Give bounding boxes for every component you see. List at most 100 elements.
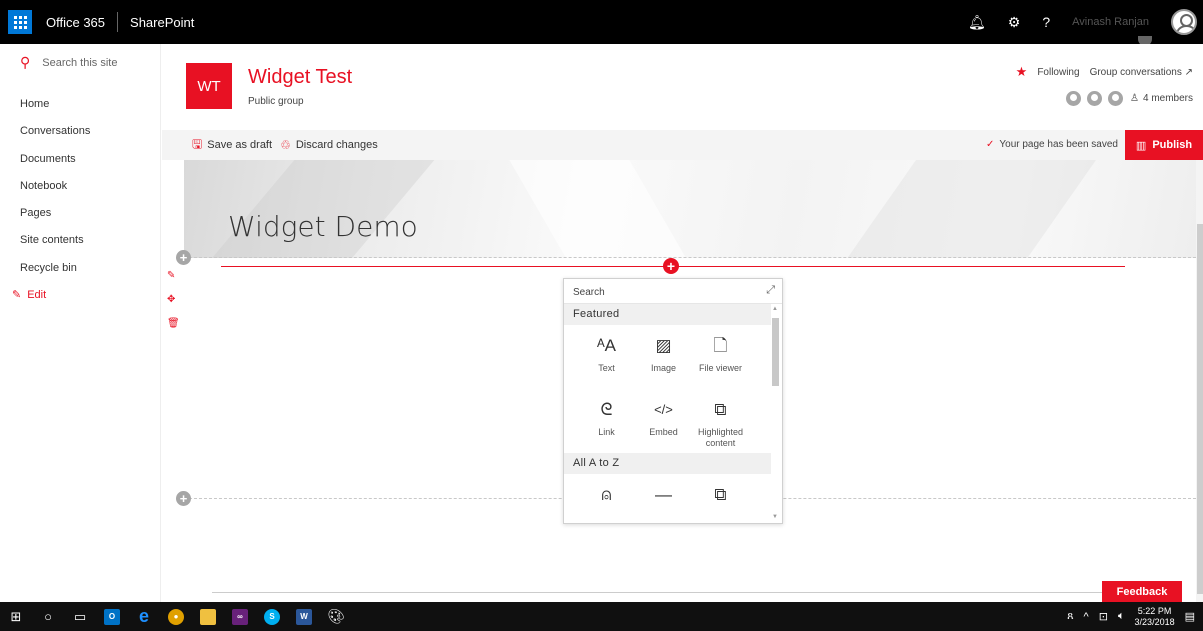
- site-subtitle: Public group: [248, 96, 304, 107]
- link-icon: ᘓ: [600, 400, 613, 419]
- edge-icon[interactable]: e: [128, 602, 160, 631]
- bell-icon[interactable]: 🔔︎: [968, 14, 986, 31]
- nav-item-recycle-bin[interactable]: Recycle bin: [0, 261, 160, 288]
- suite-divider: [117, 12, 119, 32]
- site-logo[interactable]: WT: [186, 63, 232, 109]
- site-title[interactable]: Widget Test: [248, 66, 352, 89]
- word-icon[interactable]: W: [288, 602, 320, 631]
- publish-button[interactable]: ▥ Publish: [1125, 130, 1203, 160]
- nav-item-site-contents[interactable]: Site contents: [0, 233, 160, 260]
- outlook-icon[interactable]: O: [96, 602, 128, 631]
- avatar[interactable]: [1171, 9, 1197, 35]
- divider-icon: —: [655, 485, 672, 504]
- group-conversations-link[interactable]: Group conversations ↗: [1090, 67, 1193, 78]
- webpart-divider[interactable]: —: [635, 474, 692, 523]
- check-icon: ✓: [985, 139, 995, 150]
- discard-label: Discard changes: [295, 139, 378, 151]
- pencil-icon: ✎: [12, 289, 22, 302]
- delete-section-icon[interactable]: 🗑: [167, 318, 180, 329]
- webpart-document-library[interactable]: ⧉: [692, 474, 749, 523]
- webpart-text[interactable]: ᴬA Text: [578, 325, 635, 389]
- nav-item-pages[interactable]: Pages: [0, 206, 160, 233]
- nav-item-documents[interactable]: Documents: [0, 152, 160, 179]
- edit-nav-link[interactable]: ✎ Edit: [0, 288, 160, 302]
- scroll-up-icon[interactable]: ▲: [772, 306, 778, 312]
- left-nav: ⚲ Search this site Home Conversations Do…: [0, 44, 161, 602]
- webpart-toolbox: Search ⤢ Featured ᴬA Text ▨ Image 🗋 File…: [563, 278, 783, 524]
- save-draft-label: Save as draft: [207, 139, 273, 151]
- move-section-icon[interactable]: ✥: [167, 294, 175, 305]
- user-name[interactable]: Avinash Ranjan: [1072, 16, 1149, 28]
- footer-line: [212, 592, 1162, 593]
- office365-link[interactable]: Office 365: [46, 15, 105, 30]
- add-section-button[interactable]: +: [176, 250, 191, 265]
- edit-section-icon[interactable]: ✎: [167, 270, 175, 281]
- highlighted-content-icon: ⧉: [714, 400, 727, 419]
- nav-item-conversations[interactable]: Conversations: [0, 124, 160, 151]
- skype-icon[interactable]: S: [256, 602, 288, 631]
- people-icon[interactable]: ጸ: [1067, 610, 1073, 623]
- page-scroll-thumb[interactable]: [1197, 224, 1203, 594]
- member-avatar: [1085, 89, 1105, 108]
- add-webpart-button[interactable]: +: [663, 258, 679, 274]
- chevron-up-icon[interactable]: ^: [1084, 611, 1089, 623]
- gear-icon[interactable]: ⚙: [1008, 14, 1021, 31]
- webpart-link[interactable]: ᘓ Link: [578, 389, 635, 453]
- paint-icon[interactable]: 🎨︎: [320, 602, 352, 631]
- nav-item-notebook[interactable]: Notebook: [0, 179, 160, 206]
- edit-label: Edit: [27, 288, 47, 301]
- search-placeholder[interactable]: Search this site: [42, 57, 117, 69]
- toolbox-search-input[interactable]: Search ⤢: [564, 279, 782, 304]
- task-view-icon[interactable]: ▭: [64, 602, 96, 631]
- webpart-image[interactable]: ▨ Image: [635, 325, 692, 389]
- discard-changes-button[interactable]: ♲ Discard changes: [280, 138, 378, 152]
- webpart-label: Link: [598, 427, 615, 437]
- webpart-highlighted-content[interactable]: ⧉ Highlighted content: [692, 389, 749, 453]
- clock[interactable]: 5:22 PM 3/23/2018: [1135, 606, 1175, 628]
- command-bar: 🖫 Save as draft ♲ Discard changes ✓ Your…: [162, 130, 1203, 160]
- members-area[interactable]: ♙ 4 members: [1064, 89, 1193, 108]
- add-section-button[interactable]: +: [176, 491, 191, 506]
- webpart-bing-maps[interactable]: ⍝: [578, 474, 635, 523]
- chrome-icon[interactable]: ●: [160, 602, 192, 631]
- nav-item-home[interactable]: Home: [0, 97, 160, 124]
- app-launcher-icon[interactable]: [8, 10, 32, 34]
- file-explorer-icon[interactable]: [192, 602, 224, 631]
- webpart-file-viewer[interactable]: 🗋 File viewer: [692, 325, 749, 389]
- star-icon[interactable]: ★: [1016, 64, 1028, 80]
- nav-list: Home Conversations Documents Notebook Pa…: [0, 97, 160, 301]
- expand-icon[interactable]: ⤢: [766, 284, 775, 297]
- feedback-button[interactable]: Feedback: [1102, 581, 1182, 603]
- document-library-icon: ⧉: [714, 485, 727, 504]
- featured-grid: ᴬA Text ▨ Image 🗋 File viewer ᘓ Link </>…: [564, 325, 771, 453]
- cortana-icon[interactable]: ○: [32, 602, 64, 631]
- az-grid: ⍝ — ⧉: [564, 474, 771, 523]
- site-search[interactable]: ⚲ Search this site: [0, 44, 160, 71]
- following-link[interactable]: Following: [1037, 67, 1079, 78]
- windows-taskbar: ⊞ ○ ▭ O e ● ∞ S W 🎨︎ ጸ ^ ⊡ 🔈︎ 5:22 PM 3/…: [0, 602, 1203, 631]
- discard-icon: ♲: [280, 138, 291, 152]
- clock-date: 3/23/2018: [1134, 616, 1175, 627]
- webpart-embed[interactable]: </> Embed: [635, 389, 692, 453]
- member-avatar: [1064, 89, 1084, 108]
- toolbox-scrollbar[interactable]: ▲ ▼: [771, 306, 780, 523]
- windows-start-icon[interactable]: ⊞: [0, 602, 32, 631]
- scroll-thumb[interactable]: [772, 318, 779, 386]
- visual-studio-icon[interactable]: ∞: [224, 602, 256, 631]
- sharepoint-link[interactable]: SharePoint: [130, 15, 194, 30]
- save-draft-button[interactable]: 🖫 Save as draft: [192, 135, 272, 156]
- bing-maps-icon: ⍝: [601, 485, 612, 504]
- page-title[interactable]: Widget Demo: [228, 210, 418, 243]
- network-icon[interactable]: ⊡: [1099, 610, 1108, 623]
- title-banner[interactable]: Widget Demo: [184, 160, 1196, 258]
- member-avatar: [1106, 89, 1126, 108]
- page-scrollbar[interactable]: [1196, 160, 1203, 602]
- members-count[interactable]: 4 members: [1143, 93, 1193, 104]
- webpart-label: File viewer: [698, 363, 742, 373]
- scroll-down-icon[interactable]: ▼: [772, 514, 778, 520]
- volume-icon[interactable]: 🔈︎: [1118, 610, 1125, 623]
- help-icon[interactable]: ?: [1042, 14, 1050, 30]
- image-icon: ▨: [655, 336, 672, 355]
- webpart-label: Image: [650, 363, 676, 373]
- notifications-icon[interactable]: ▤: [1185, 610, 1195, 623]
